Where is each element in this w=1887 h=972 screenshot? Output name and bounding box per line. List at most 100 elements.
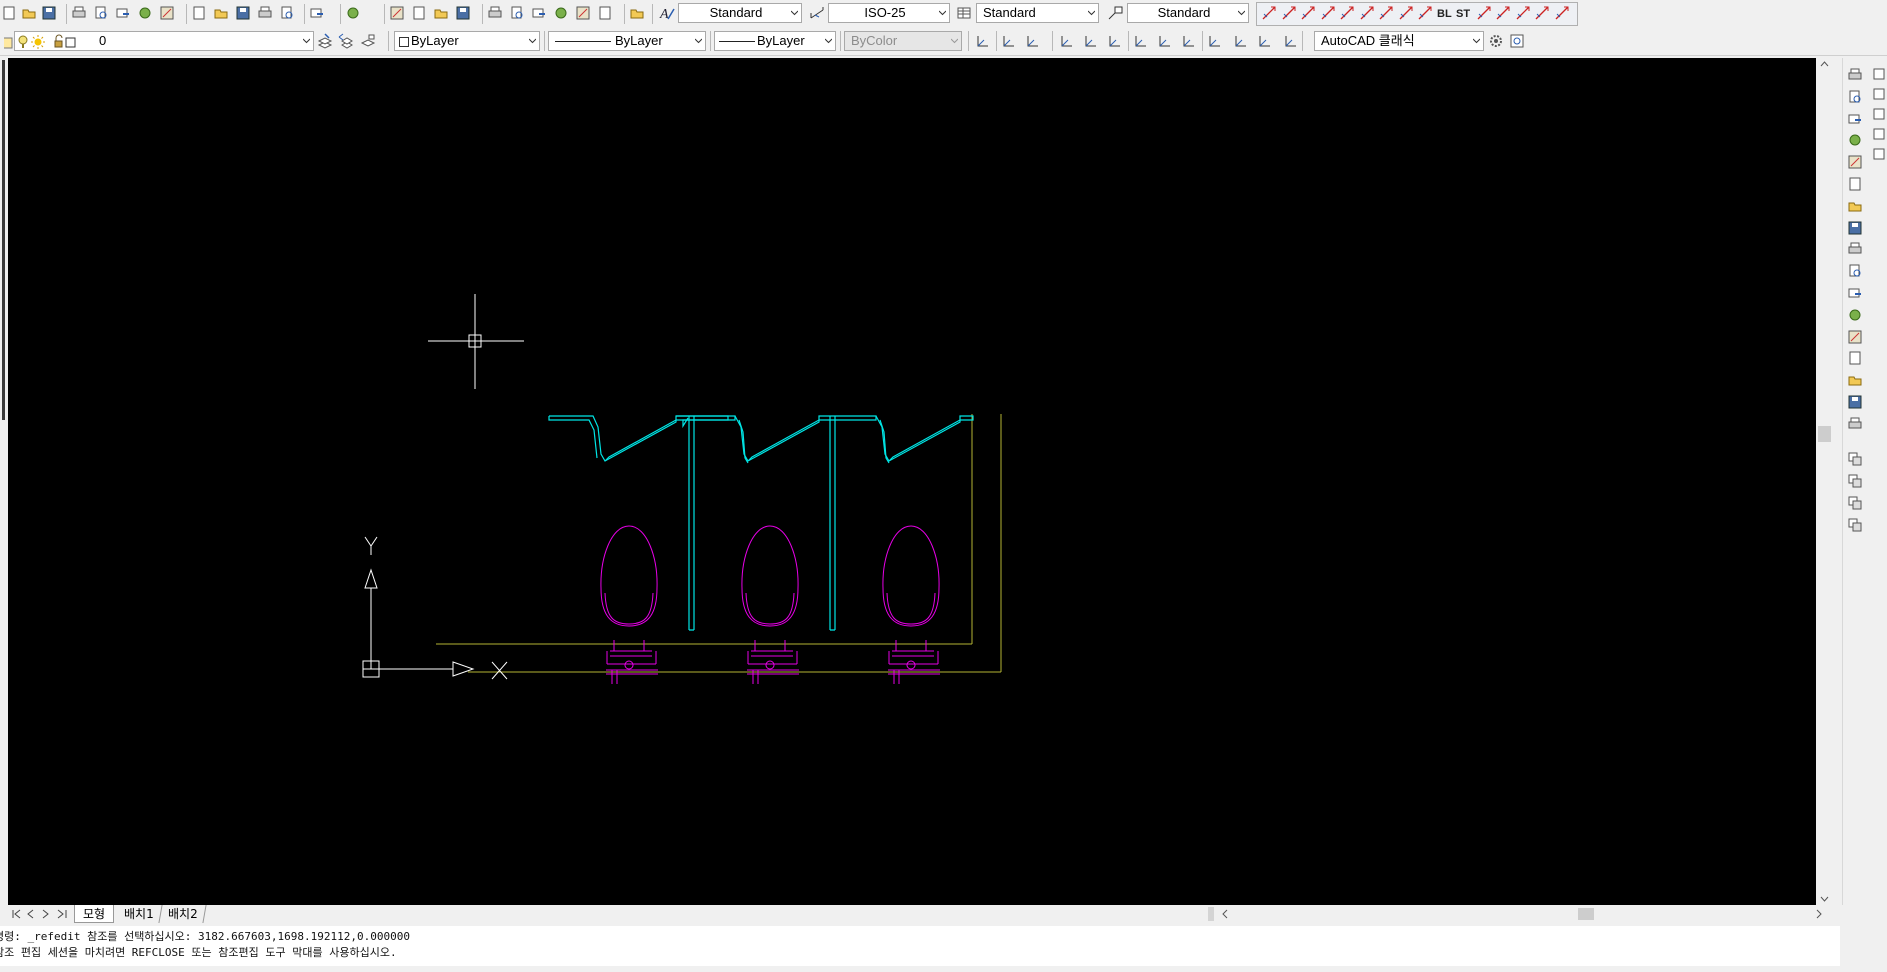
continue-dimension-icon[interactable]: ST (1455, 4, 1473, 22)
workspace-settings-icon[interactable] (1487, 32, 1505, 50)
tab-layout2[interactable]: 배치2 (160, 905, 207, 923)
tab-model[interactable]: 모형 (74, 905, 115, 923)
dimension-break-icon[interactable] (1494, 4, 1512, 22)
ucs-face-icon[interactable] (1058, 32, 1076, 50)
stretch-icon[interactable] (1846, 240, 1864, 258)
partial-panel-icon-1[interactable] (1871, 66, 1887, 84)
layer-previous-icon[interactable] (337, 32, 355, 50)
zoom-previous-icon[interactable] (454, 4, 472, 22)
horizontal-scrollbar[interactable] (1218, 906, 1826, 922)
tab-layout1[interactable]: 배치1 (116, 905, 163, 923)
left-splitter[interactable] (2, 60, 5, 420)
markup-icon[interactable] (574, 4, 592, 22)
partial-panel-icon-2[interactable] (1871, 86, 1887, 104)
quick-dimension-icon[interactable] (1416, 4, 1434, 22)
make-current-layer-icon[interactable] (316, 32, 334, 50)
open-icon[interactable] (20, 4, 38, 22)
block-editor-icon[interactable] (278, 4, 296, 22)
ucs-zaxis-icon[interactable] (1156, 32, 1174, 50)
properties-icon[interactable] (486, 4, 504, 22)
command-line[interactable]: 명령: _refedit 참조를 선택하십시오: 3182.667603,169… (0, 926, 1840, 966)
extend-icon[interactable] (1846, 284, 1864, 302)
rotate-icon[interactable] (1846, 197, 1864, 215)
erase-icon[interactable] (1846, 66, 1864, 84)
undo-icon[interactable] (308, 4, 326, 22)
draworder-back-icon[interactable] (1846, 472, 1864, 490)
chamfer-icon[interactable] (1846, 371, 1864, 389)
ucs-previous-icon[interactable] (1024, 32, 1042, 50)
break-icon[interactable] (1846, 328, 1864, 346)
fillet-icon[interactable] (1846, 393, 1864, 411)
sheetset-icon[interactable] (158, 4, 176, 22)
ucs-origin-icon[interactable] (1132, 32, 1150, 50)
plot-preview-icon[interactable] (92, 4, 110, 22)
help-icon[interactable] (628, 4, 646, 22)
dimension-space-icon[interactable] (1475, 4, 1493, 22)
draworder-front-icon[interactable] (1846, 450, 1864, 468)
tab-navigation[interactable] (10, 907, 74, 921)
linetype-select[interactable]: ByLayer (548, 31, 706, 51)
draworder-above-icon[interactable] (1846, 494, 1864, 512)
workspace-select[interactable]: AutoCAD 클래식 (1314, 31, 1484, 51)
radius-dimension-icon[interactable] (1338, 4, 1356, 22)
ucs-view-icon[interactable] (1106, 32, 1124, 50)
quickcalc-icon[interactable] (596, 4, 614, 22)
array-icon[interactable] (1846, 153, 1864, 171)
ucs-z-icon[interactable] (1256, 32, 1274, 50)
layer-select[interactable]: 0 (14, 31, 314, 51)
lineweight-select[interactable]: ByLayer (714, 31, 836, 51)
partial-panel-icon-3[interactable] (1871, 106, 1887, 124)
center-mark-icon[interactable] (1533, 4, 1551, 22)
color-select[interactable]: ByLayer (394, 31, 540, 51)
table-style-select[interactable]: Standard (976, 3, 1099, 23)
model-space-canvas[interactable] (8, 58, 1816, 905)
dimension-style-select[interactable]: ISO-25 (828, 3, 950, 23)
ucs-y-icon[interactable] (1232, 32, 1250, 50)
jogged-dimension-icon[interactable] (1358, 4, 1376, 22)
partial-panel-icon-4[interactable] (1871, 126, 1887, 144)
ucs-x-icon[interactable] (1206, 32, 1224, 50)
copy-object-icon[interactable] (1846, 88, 1864, 106)
baseline-dimension-icon[interactable]: BL (1436, 4, 1454, 22)
trim-icon[interactable] (1846, 262, 1864, 280)
save-icon[interactable] (40, 4, 58, 22)
publish-icon[interactable] (114, 4, 132, 22)
offset-icon[interactable] (1846, 131, 1864, 149)
tolerance-icon[interactable] (1514, 4, 1532, 22)
zoom-realtime-icon[interactable] (410, 4, 428, 22)
paste-icon[interactable] (234, 4, 252, 22)
ucs-3point-icon[interactable] (1180, 32, 1198, 50)
scale-icon[interactable] (1846, 219, 1864, 237)
new-icon[interactable] (0, 4, 18, 22)
table-style-icon[interactable] (955, 4, 973, 22)
pan-icon[interactable] (388, 4, 406, 22)
ucs-icon-btn[interactable] (974, 32, 992, 50)
copy-icon[interactable] (212, 4, 230, 22)
linear-dimension-icon[interactable] (1260, 4, 1278, 22)
move-icon[interactable] (1846, 175, 1864, 193)
scrollbar-splitter[interactable] (1208, 907, 1214, 921)
ucs-apply-icon[interactable] (1282, 32, 1300, 50)
inspection-icon[interactable] (1553, 4, 1571, 22)
partial-panel-icon-5[interactable] (1871, 146, 1887, 164)
ucs-object-icon[interactable] (1082, 32, 1100, 50)
zoom-window-icon[interactable] (432, 4, 450, 22)
text-style-select[interactable]: Standard (678, 3, 802, 23)
text-style-icon[interactable]: A (658, 4, 676, 22)
layer-isolate-icon[interactable] (359, 32, 377, 50)
vertical-scrollbar[interactable] (1816, 58, 1833, 905)
tool-palettes-icon[interactable] (530, 4, 548, 22)
aligned-dimension-icon[interactable] (1280, 4, 1298, 22)
mirror-icon[interactable] (1846, 110, 1864, 128)
customize-icon[interactable] (1508, 32, 1526, 50)
diameter-dimension-icon[interactable] (1377, 4, 1395, 22)
design-center-icon[interactable] (508, 4, 526, 22)
explode-icon[interactable] (1846, 415, 1864, 433)
plot-icon[interactable] (70, 4, 88, 22)
multileader-style-select[interactable]: Standard (1127, 3, 1249, 23)
angular-dimension-icon[interactable] (1397, 4, 1415, 22)
break-at-point-icon[interactable] (1846, 306, 1864, 324)
3d-print-icon[interactable] (136, 4, 154, 22)
sheetset-manager-icon[interactable] (552, 4, 570, 22)
multileader-style-icon[interactable] (1106, 4, 1124, 22)
